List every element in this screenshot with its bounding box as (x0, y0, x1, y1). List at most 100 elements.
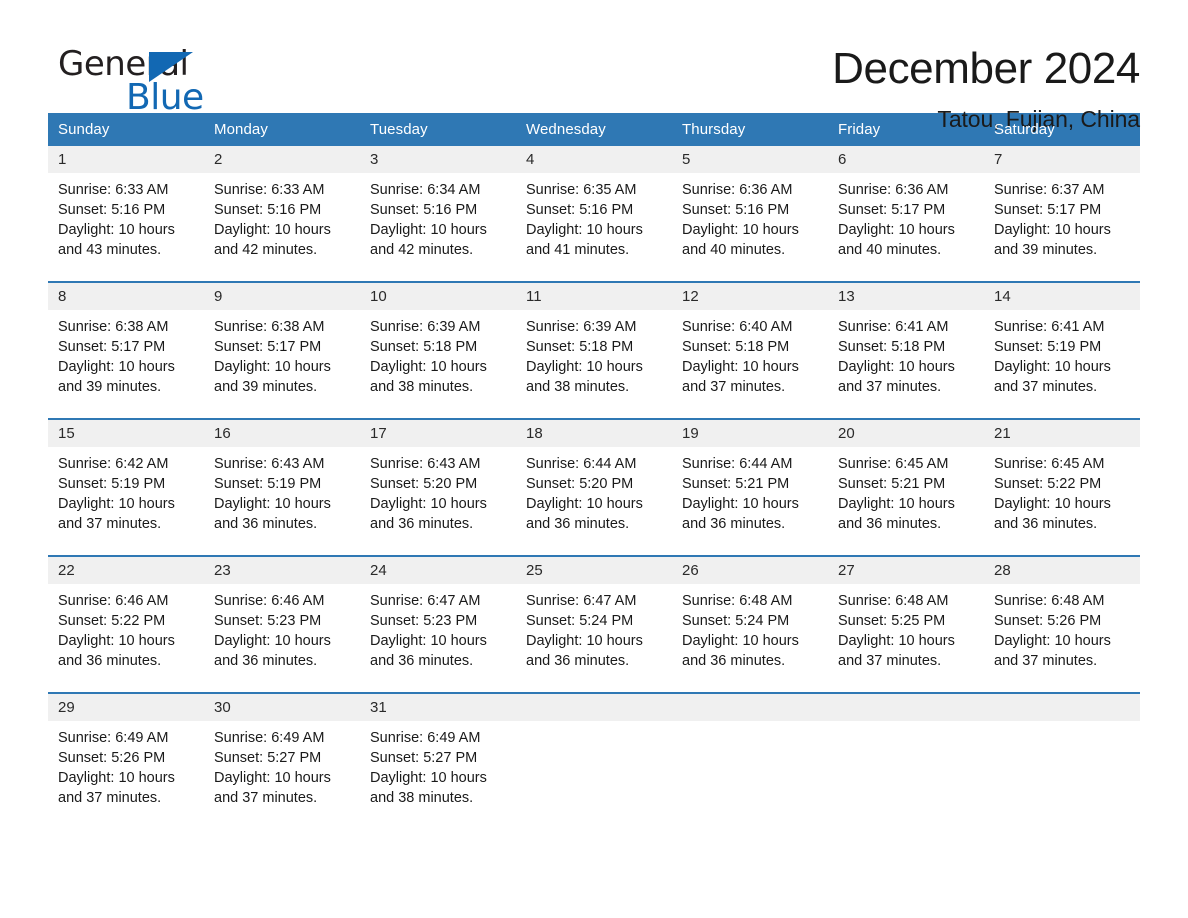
day-number: 21 (994, 425, 1011, 442)
day-detail-line: Daylight: 10 hours (214, 770, 331, 786)
day-cell-26[interactable]: 26 Sunrise: 6:48 AM Sunset: 5:24 PM Dayligh… (672, 557, 828, 692)
day-detail-line: and 36 minutes. (58, 653, 162, 669)
day-cell-16[interactable]: 16 Sunrise: 6:43 AM Sunset: 5:19 PM Dayligh… (204, 420, 360, 555)
day-detail-line: Sunset: 5:18 PM (682, 339, 790, 355)
day-number: 16 (214, 425, 231, 442)
page-header: General Blue December 2024 Tatou, Fujian… (48, 0, 1140, 132)
day-cell-6[interactable]: 6 Sunrise: 6:36 AM Sunset: 5:17 PM Daylight… (828, 146, 984, 281)
day-detail-line: Sunrise: 6:43 AM (214, 456, 325, 472)
day-details: Sunrise: 6:48 AM Sunset: 5:24 PM Daylight:… (682, 591, 818, 671)
day-detail-line: and 43 minutes. (58, 242, 162, 258)
calendar-grid: Sunday Monday Tuesday Wednesday Thursday Frid… (48, 113, 1140, 812)
day-detail-line: Sunset: 5:19 PM (58, 476, 166, 492)
day-cell-empty (984, 694, 1140, 812)
day-cell-28[interactable]: 28 Sunrise: 6:48 AM Sunset: 5:26 PM Dayligh… (984, 557, 1140, 692)
day-cell-2[interactable]: 2 Sunrise: 6:33 AM Sunset: 5:16 PM Daylight… (204, 146, 360, 281)
day-detail-line: Sunrise: 6:49 AM (370, 730, 481, 746)
day-details: Sunrise: 6:38 AM Sunset: 5:17 PM Daylight:… (214, 317, 350, 397)
day-detail-line: and 37 minutes. (214, 790, 318, 806)
day-cell-10[interactable]: 10 Sunrise: 6:39 AM Sunset: 5:18 PM Dayligh… (360, 283, 516, 418)
day-details: Sunrise: 6:43 AM Sunset: 5:19 PM Daylight:… (214, 454, 350, 534)
day-cell-21[interactable]: 21 Sunrise: 6:45 AM Sunset: 5:22 PM Dayligh… (984, 420, 1140, 555)
day-detail-line: Sunset: 5:16 PM (526, 202, 634, 218)
day-details: Sunrise: 6:39 AM Sunset: 5:18 PM Daylight:… (526, 317, 662, 397)
day-detail-line: Daylight: 10 hours (58, 359, 175, 375)
calendar-weeks: 1 Sunrise: 6:33 AM Sunset: 5:16 PM Daylight… (48, 146, 1140, 812)
day-number: 20 (838, 425, 855, 442)
calendar-week-row: 8 Sunrise: 6:38 AM Sunset: 5:17 PM Daylight… (48, 281, 1140, 418)
day-detail-line: Sunrise: 6:34 AM (370, 182, 481, 198)
day-detail-line: Daylight: 10 hours (838, 222, 955, 238)
day-cell-3[interactable]: 3 Sunrise: 6:34 AM Sunset: 5:16 PM Daylight… (360, 146, 516, 281)
weekday-header-thursday: Thursday (682, 121, 746, 138)
day-detail-line: Sunrise: 6:46 AM (214, 593, 325, 609)
day-detail-line: and 39 minutes. (58, 379, 162, 395)
day-detail-line: and 36 minutes. (994, 516, 1098, 532)
day-cell-9[interactable]: 9 Sunrise: 6:38 AM Sunset: 5:17 PM Daylight… (204, 283, 360, 418)
day-detail-line: Daylight: 10 hours (994, 359, 1111, 375)
day-detail-line: Daylight: 10 hours (682, 633, 799, 649)
day-number: 13 (838, 288, 855, 305)
day-detail-line: Sunrise: 6:46 AM (58, 593, 169, 609)
day-cell-1[interactable]: 1 Sunrise: 6:33 AM Sunset: 5:16 PM Daylight… (48, 146, 204, 281)
day-detail-line: Sunset: 5:16 PM (370, 202, 478, 218)
day-detail-line: Daylight: 10 hours (526, 222, 643, 238)
day-detail-line: Sunrise: 6:41 AM (838, 319, 949, 335)
day-cell-30[interactable]: 30 Sunrise: 6:49 AM Sunset: 5:27 PM Dayligh… (204, 694, 360, 812)
day-number: 3 (370, 151, 379, 168)
day-cell-11[interactable]: 11 Sunrise: 6:39 AM Sunset: 5:18 PM Dayligh… (516, 283, 672, 418)
day-detail-line: Sunrise: 6:44 AM (682, 456, 793, 472)
day-cell-25[interactable]: 25 Sunrise: 6:47 AM Sunset: 5:24 PM Dayligh… (516, 557, 672, 692)
day-number: 29 (58, 699, 75, 716)
day-details: Sunrise: 6:35 AM Sunset: 5:16 PM Daylight:… (526, 180, 662, 260)
day-cell-15[interactable]: 15 Sunrise: 6:42 AM Sunset: 5:19 PM Dayligh… (48, 420, 204, 555)
generalblue-logo: General Blue (48, 44, 238, 122)
day-cell-31[interactable]: 31 Sunrise: 6:49 AM Sunset: 5:27 PM Dayligh… (360, 694, 516, 812)
day-detail-line: Sunset: 5:23 PM (214, 613, 322, 629)
day-detail-line: and 42 minutes. (214, 242, 318, 258)
day-cell-8[interactable]: 8 Sunrise: 6:38 AM Sunset: 5:17 PM Daylight… (48, 283, 204, 418)
weekday-header-saturday: Saturday (994, 121, 1055, 138)
day-cell-13[interactable]: 13 Sunrise: 6:41 AM Sunset: 5:18 PM Dayligh… (828, 283, 984, 418)
day-detail-line: Daylight: 10 hours (994, 496, 1111, 512)
day-details: Sunrise: 6:44 AM Sunset: 5:21 PM Daylight:… (682, 454, 818, 534)
day-detail-line: Sunset: 5:18 PM (370, 339, 478, 355)
day-detail-line: Daylight: 10 hours (526, 359, 643, 375)
day-detail-line: Sunrise: 6:38 AM (58, 319, 169, 335)
day-details: Sunrise: 6:34 AM Sunset: 5:16 PM Daylight:… (370, 180, 506, 260)
day-cell-19[interactable]: 19 Sunrise: 6:44 AM Sunset: 5:21 PM Dayligh… (672, 420, 828, 555)
day-number: 22 (58, 562, 75, 579)
day-detail-line: Daylight: 10 hours (370, 633, 487, 649)
day-detail-line: Sunrise: 6:35 AM (526, 182, 637, 198)
day-detail-line: Daylight: 10 hours (682, 222, 799, 238)
day-cell-4[interactable]: 4 Sunrise: 6:35 AM Sunset: 5:16 PM Daylight… (516, 146, 672, 281)
day-number: 11 (526, 288, 542, 305)
day-cell-24[interactable]: 24 Sunrise: 6:47 AM Sunset: 5:23 PM Dayligh… (360, 557, 516, 692)
day-cell-29[interactable]: 29 Sunrise: 6:49 AM Sunset: 5:26 PM Dayligh… (48, 694, 204, 812)
day-detail-line: Sunrise: 6:49 AM (58, 730, 169, 746)
day-cell-5[interactable]: 5 Sunrise: 6:36 AM Sunset: 5:16 PM Daylight… (672, 146, 828, 281)
day-cell-22[interactable]: 22 Sunrise: 6:46 AM Sunset: 5:22 PM Dayligh… (48, 557, 204, 692)
day-cell-empty (828, 694, 984, 812)
day-number: 4 (526, 151, 535, 168)
day-number: 25 (526, 562, 543, 579)
day-detail-line: Sunset: 5:16 PM (682, 202, 790, 218)
day-cell-18[interactable]: 18 Sunrise: 6:44 AM Sunset: 5:20 PM Dayligh… (516, 420, 672, 555)
day-cell-20[interactable]: 20 Sunrise: 6:45 AM Sunset: 5:21 PM Dayligh… (828, 420, 984, 555)
day-cell-14[interactable]: 14 Sunrise: 6:41 AM Sunset: 5:19 PM Dayligh… (984, 283, 1140, 418)
day-cell-27[interactable]: 27 Sunrise: 6:48 AM Sunset: 5:25 PM Dayligh… (828, 557, 984, 692)
day-detail-line: Sunrise: 6:37 AM (994, 182, 1105, 198)
day-detail-line: Sunset: 5:22 PM (994, 476, 1102, 492)
day-detail-line: Sunset: 5:19 PM (214, 476, 322, 492)
day-cell-12[interactable]: 12 Sunrise: 6:40 AM Sunset: 5:18 PM Dayligh… (672, 283, 828, 418)
day-details: Sunrise: 6:33 AM Sunset: 5:16 PM Daylight:… (214, 180, 350, 260)
day-cell-7[interactable]: 7 Sunrise: 6:37 AM Sunset: 5:17 PM Daylight… (984, 146, 1140, 281)
day-cell-17[interactable]: 17 Sunrise: 6:43 AM Sunset: 5:20 PM Dayligh… (360, 420, 516, 555)
day-details: Sunrise: 6:46 AM Sunset: 5:22 PM Daylight:… (58, 591, 194, 671)
day-detail-line: Sunrise: 6:44 AM (526, 456, 637, 472)
calendar-page: General Blue December 2024 Tatou, Fujian… (0, 0, 1188, 918)
day-cell-23[interactable]: 23 Sunrise: 6:46 AM Sunset: 5:23 PM Dayligh… (204, 557, 360, 692)
day-details: Sunrise: 6:38 AM Sunset: 5:17 PM Daylight:… (58, 317, 194, 397)
day-detail-line: Daylight: 10 hours (526, 496, 643, 512)
day-detail-line: Sunset: 5:19 PM (994, 339, 1102, 355)
